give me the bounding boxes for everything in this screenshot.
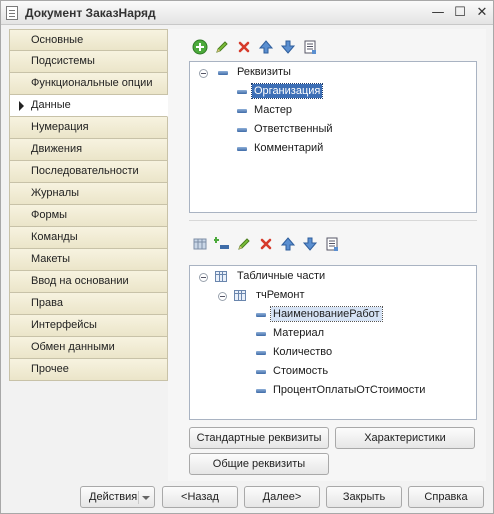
sidebar-item-label: Интерфейсы bbox=[31, 319, 97, 331]
document-icon bbox=[6, 6, 18, 20]
sidebar: Основные Подсистемы Функциональные опции… bbox=[9, 29, 168, 381]
tabular-attribute-item[interactable]: Стоимость bbox=[271, 362, 330, 381]
tabular-section-item[interactable]: тчРемонт bbox=[254, 286, 307, 305]
minimize-button[interactable]: — bbox=[429, 4, 447, 22]
sidebar-item-templates[interactable]: Макеты bbox=[9, 249, 168, 271]
designer-window: Документ ЗаказНаряд — ☐ ✕ Основные Подси… bbox=[0, 0, 494, 514]
sidebar-item-label: Права bbox=[31, 297, 63, 309]
collapse-icon[interactable] bbox=[218, 292, 227, 301]
sidebar-item-movements[interactable]: Движения bbox=[9, 139, 168, 161]
delete-icon[interactable] bbox=[257, 235, 275, 253]
sidebar-item-label: Обмен данными bbox=[31, 341, 115, 353]
sidebar-item-forms[interactable]: Формы bbox=[9, 205, 168, 227]
attribute-icon bbox=[256, 332, 266, 336]
attribute-icon bbox=[256, 313, 266, 317]
sidebar-item-sequences[interactable]: Последовательности bbox=[9, 161, 168, 183]
tabular-attribute-item[interactable]: Материал bbox=[271, 324, 326, 343]
sidebar-item-label: Макеты bbox=[31, 253, 71, 265]
move-down-icon[interactable] bbox=[279, 38, 297, 56]
sidebar-item-input-based-on[interactable]: Ввод на основании bbox=[9, 271, 168, 293]
sidebar-item-label: Последовательности bbox=[31, 165, 139, 177]
sidebar-item-label: Формы bbox=[31, 209, 68, 221]
sidebar-item-label: Журналы bbox=[31, 187, 80, 199]
sidebar-item-commands[interactable]: Команды bbox=[9, 227, 168, 249]
tree-root-attributes[interactable]: Реквизиты bbox=[235, 63, 293, 82]
table-icon bbox=[215, 271, 227, 282]
title-bar: Документ ЗаказНаряд — ☐ ✕ bbox=[1, 1, 493, 25]
dropdown-separator bbox=[138, 491, 139, 504]
sidebar-item-other[interactable]: Прочее bbox=[9, 359, 168, 381]
add-table-icon[interactable] bbox=[191, 235, 209, 253]
close-button[interactable]: ✕ bbox=[473, 4, 491, 22]
attribute-icon bbox=[237, 109, 247, 113]
edit-icon[interactable] bbox=[213, 38, 231, 56]
characteristics-button[interactable]: Характеристики bbox=[335, 427, 475, 449]
maximize-button[interactable]: ☐ bbox=[451, 4, 469, 22]
help-button[interactable]: Справка bbox=[408, 486, 484, 508]
actions-label: Действия bbox=[89, 491, 138, 503]
attribute-icon bbox=[237, 147, 247, 151]
attribute-item[interactable]: Мастер bbox=[252, 101, 294, 120]
attribute-group-icon bbox=[218, 71, 228, 75]
sidebar-item-label: Данные bbox=[31, 99, 71, 111]
tabular-attribute-item[interactable]: НаименованиеРабот bbox=[270, 305, 383, 324]
attribute-item[interactable]: Комментарий bbox=[252, 139, 325, 158]
move-down-icon[interactable] bbox=[301, 235, 319, 253]
tabular-sections-tree[interactable]: Табличные части тчРемонт НаименованиеРаб… bbox=[189, 265, 477, 420]
actions-dropdown[interactable]: Действия bbox=[80, 486, 155, 508]
delete-icon[interactable] bbox=[235, 38, 253, 56]
attribute-item[interactable]: Ответственный bbox=[252, 120, 335, 139]
sidebar-item-subsystems[interactable]: Подсистемы bbox=[9, 51, 168, 73]
standard-attributes-button[interactable]: Стандартные реквизиты bbox=[189, 427, 329, 449]
edit-icon[interactable] bbox=[235, 235, 253, 253]
sidebar-item-label: Прочее bbox=[31, 363, 69, 375]
tabular-attribute-item[interactable]: ПроцентОплатыОтСтоимости bbox=[271, 381, 427, 400]
sidebar-item-label: Движения bbox=[31, 143, 83, 155]
move-up-icon[interactable] bbox=[279, 235, 297, 253]
sidebar-item-interfaces[interactable]: Интерфейсы bbox=[9, 315, 168, 337]
sidebar-item-data-exchange[interactable]: Обмен данными bbox=[9, 337, 168, 359]
current-item-marker-icon bbox=[19, 101, 24, 111]
sidebar-item-label: Нумерация bbox=[31, 121, 89, 133]
sidebar-item-label: Основные bbox=[31, 34, 84, 46]
common-attributes-button[interactable]: Общие реквизиты bbox=[189, 453, 329, 475]
next-button[interactable]: Далее> bbox=[244, 486, 320, 508]
attribute-item[interactable]: Организация bbox=[250, 82, 324, 101]
attribute-icon bbox=[256, 351, 266, 355]
data-panel: Реквизиты Организация Мастер Ответственн… bbox=[168, 29, 486, 481]
list-icon[interactable] bbox=[301, 38, 319, 56]
sidebar-item-functional-options[interactable]: Функциональные опции bbox=[9, 73, 168, 95]
close-dialog-button[interactable]: Закрыть bbox=[326, 486, 402, 508]
splitter[interactable] bbox=[189, 220, 477, 221]
attribute-icon bbox=[237, 128, 247, 132]
add-field-icon[interactable] bbox=[213, 235, 231, 253]
sidebar-item-journals[interactable]: Журналы bbox=[9, 183, 168, 205]
chevron-down-icon bbox=[142, 496, 150, 500]
attributes-toolbar bbox=[191, 38, 319, 58]
sidebar-item-label: Команды bbox=[31, 231, 78, 243]
collapse-icon[interactable] bbox=[199, 69, 208, 78]
sidebar-item-label: Ввод на основании bbox=[31, 275, 129, 287]
tree-root-tabular-sections[interactable]: Табличные части bbox=[235, 267, 327, 286]
list-icon[interactable] bbox=[323, 235, 341, 253]
attribute-icon bbox=[256, 370, 266, 374]
attributes-tree[interactable]: Реквизиты Организация Мастер Ответственн… bbox=[189, 61, 477, 213]
window-title: Документ ЗаказНаряд bbox=[25, 6, 156, 20]
add-icon[interactable] bbox=[191, 38, 209, 56]
table-icon bbox=[234, 290, 246, 301]
collapse-icon[interactable] bbox=[199, 273, 208, 282]
sidebar-item-label: Функциональные опции bbox=[31, 77, 153, 89]
back-button[interactable]: <Назад bbox=[162, 486, 238, 508]
attribute-icon bbox=[256, 389, 266, 393]
sidebar-item-numbering[interactable]: Нумерация bbox=[9, 117, 168, 139]
sidebar-item-rights[interactable]: Права bbox=[9, 293, 168, 315]
tabular-attribute-item[interactable]: Количество bbox=[271, 343, 334, 362]
attribute-icon bbox=[237, 90, 247, 94]
tabular-toolbar bbox=[191, 235, 341, 255]
sidebar-item-data[interactable]: Данные bbox=[9, 95, 168, 117]
sidebar-item-main[interactable]: Основные bbox=[9, 29, 168, 51]
move-up-icon[interactable] bbox=[257, 38, 275, 56]
sidebar-item-label: Подсистемы bbox=[31, 55, 95, 67]
